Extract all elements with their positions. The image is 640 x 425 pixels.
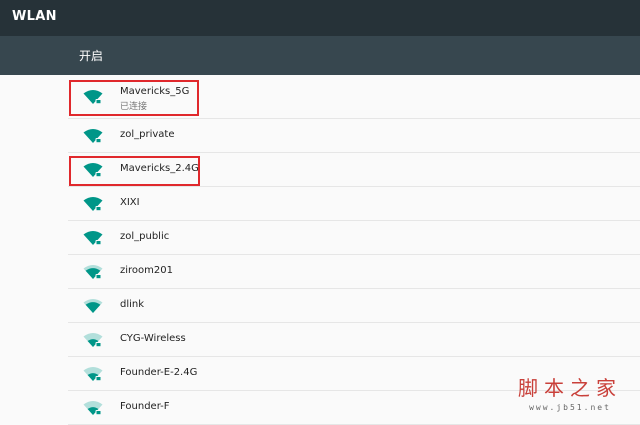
network-item-zol-private[interactable]: zol_private: [68, 119, 640, 153]
wifi-weak-lock-icon: [83, 401, 103, 415]
watermark-url: www.jb51.net: [529, 403, 611, 412]
watermark: 脚本之家 www.jb51.net: [505, 372, 635, 412]
highlight-box-mavericks-5g: [69, 80, 199, 116]
network-ssid: dlink: [120, 299, 145, 310]
wifi-medium-lock-icon: [83, 265, 103, 279]
wlan-switch-label: 开启: [79, 49, 104, 63]
wifi-full-lock-icon: [83, 231, 103, 245]
network-ssid: XIXI: [120, 197, 140, 208]
wlan-switch-bar[interactable]: 开启: [0, 36, 640, 75]
network-ssid: ziroom201: [120, 265, 173, 276]
highlight-box-mavericks-24g: [69, 156, 200, 186]
network-item-zol-public[interactable]: zol_public: [68, 221, 640, 255]
wifi-full-lock-icon: [83, 197, 103, 211]
network-ssid: Founder-F: [120, 401, 170, 412]
wifi-full-lock-icon: [83, 129, 103, 143]
network-ssid: CYG-Wireless: [120, 333, 186, 344]
network-ssid: zol_public: [120, 231, 170, 242]
network-item-ziroom201[interactable]: ziroom201: [68, 255, 640, 289]
wifi-weak-lock-icon: [83, 333, 103, 347]
network-ssid: Founder-E-2.4G: [120, 367, 198, 378]
app-toolbar: WLAN: [0, 0, 640, 36]
network-item-cyg-wireless[interactable]: CYG-Wireless: [68, 323, 640, 357]
wifi-medium-icon: [83, 299, 103, 313]
network-ssid: zol_private: [120, 129, 175, 140]
network-item-xixi[interactable]: XIXI: [68, 187, 640, 221]
wifi-weak-lock-icon: [83, 367, 103, 381]
watermark-logo-text: 脚本之家: [518, 376, 622, 400]
network-item-dlink[interactable]: dlink: [68, 289, 640, 323]
page-title: WLAN: [12, 9, 57, 24]
